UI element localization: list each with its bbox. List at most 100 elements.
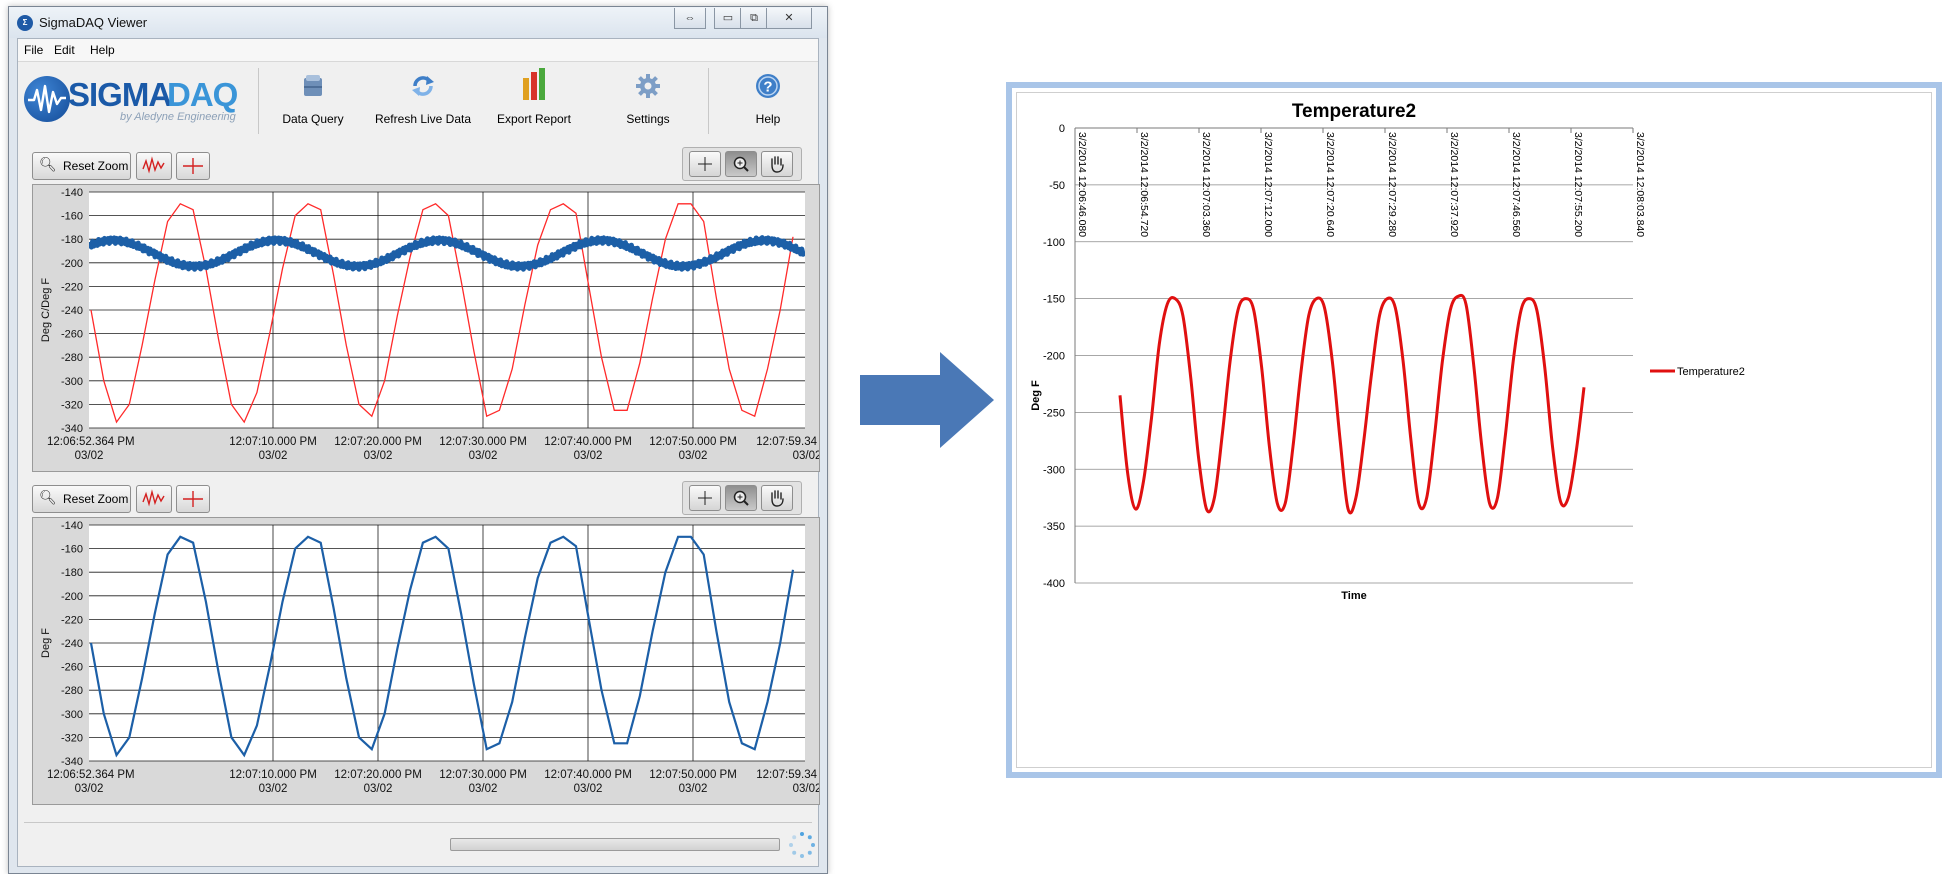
menu-edit[interactable]: Edit: [54, 43, 75, 57]
logo-sigma: SIGMA: [68, 76, 172, 113]
close-button[interactable]: ✕: [766, 8, 812, 29]
reset-zoom-label: Reset Zoom: [63, 159, 129, 173]
y-tick-label: -260: [61, 329, 83, 341]
reset-zoom-button-2[interactable]: 🔍︎ Reset Zoom: [32, 485, 131, 513]
excel-chart-frame: Temperature2 0 -50 -100 -150 -200 -250 -300 -350…: [1006, 82, 1942, 778]
zoom-tool[interactable]: [725, 485, 757, 511]
cursor-tool[interactable]: [689, 485, 721, 511]
restore-button[interactable]: ⇔: [674, 8, 706, 29]
app-window: Σ SigmaDAQ Viewer ⇔ ▭ ⧉ ✕ File Edit Help…: [8, 6, 828, 874]
crosshair-icon: [183, 491, 203, 507]
series-line: [1118, 293, 1586, 515]
x-tick-date: 03/02: [75, 783, 104, 795]
reset-zoom-label: Reset Zoom: [63, 492, 129, 506]
data-query-button[interactable]: Data Query: [268, 66, 358, 136]
settings-button[interactable]: Settings: [608, 66, 688, 136]
x-tick-time: 12:07:50.000 PM: [649, 436, 737, 448]
y-tick-label: -200: [1043, 351, 1065, 363]
autoscale-button-2[interactable]: [136, 485, 172, 513]
cursor-button-2[interactable]: [176, 485, 210, 513]
legend-label: Temperature2: [1677, 366, 1745, 378]
x-tick-date: 03/02: [469, 783, 498, 795]
export-report-button[interactable]: Export Report: [488, 66, 580, 136]
refresh-live-data-label: Refresh Live Data: [374, 112, 472, 126]
x-tick-time: 12:07:10.000 PM: [229, 769, 317, 781]
temperature2-chart[interactable]: Temperature2 0 -50 -100 -150 -200 -250 -300 -350…: [1017, 93, 1931, 767]
logo-wave-icon: [24, 76, 70, 122]
reset-zoom-button[interactable]: 🔍︎ Reset Zoom: [32, 152, 131, 180]
gear-icon: [636, 74, 660, 98]
chart-panel-2: -140 -160 -180 -200 -220 -240 -260 -280 -300 -320…: [32, 517, 821, 805]
menu-help[interactable]: Help: [90, 43, 115, 57]
y-tick-label: -260: [61, 662, 83, 674]
help-button[interactable]: ? Help: [738, 66, 798, 136]
progress-bar: [450, 838, 780, 851]
crosshair-icon: [183, 158, 203, 174]
hand-icon: [771, 156, 784, 173]
x-tick-time: 12:07:40.000 PM: [544, 769, 632, 781]
y-tick-label: -140: [61, 187, 83, 199]
y-tick-label: -340: [61, 756, 83, 768]
y-tick-label: -140: [61, 520, 83, 532]
y-tick-label: -300: [61, 376, 83, 388]
magnifier-icon: 🔍︎: [39, 156, 57, 172]
y-tick-label: -280: [61, 685, 83, 697]
right-arrow-icon: [860, 352, 994, 448]
x-tick-time: 12:07:30.000 PM: [439, 436, 527, 448]
maximize-button[interactable]: ⧉: [740, 8, 768, 29]
x-tick-date: 03/02: [793, 450, 819, 462]
y-tick-label: -180: [61, 234, 83, 246]
temperature-chart-1[interactable]: -140 -160 -180 -200 -220 -240 -260 -280 -300 -320…: [33, 185, 821, 471]
y-tick-label: 0: [1059, 123, 1065, 135]
x-tick-date: 03/02: [364, 450, 393, 462]
y-tick-label: -280: [61, 352, 83, 364]
x-tick-label: 3/2/2014 12:07:37.920: [1448, 132, 1460, 237]
y-tick-label: -200: [61, 591, 83, 603]
chart-title: Temperature2: [1292, 101, 1416, 122]
menu-file[interactable]: File: [24, 43, 43, 57]
zoom-icon: [733, 490, 749, 506]
x-tick-time: 12:07:30.000 PM: [439, 769, 527, 781]
help-label: Help: [755, 112, 781, 126]
y-tick-label: -220: [61, 614, 83, 626]
x-tick-time: 12:07:50.000 PM: [649, 769, 737, 781]
cursor-tool[interactable]: [689, 151, 721, 177]
x-tick-label: 3/2/2014 12:07:12.000: [1262, 132, 1274, 237]
autoscale-button[interactable]: [136, 152, 172, 180]
refresh-live-data-button[interactable]: Refresh Live Data: [368, 66, 478, 136]
report-icon: [523, 68, 545, 100]
toolbar-separator: [258, 68, 259, 134]
plot-tools-2: [682, 481, 802, 515]
magnifier-icon: 🔍︎: [39, 489, 57, 505]
x-tick-time: 12:07:40.000 PM: [544, 436, 632, 448]
cursor-button[interactable]: [176, 152, 210, 180]
title-bar: Σ SigmaDAQ Viewer ⇔ ▭ ⧉ ✕: [9, 7, 827, 38]
menu-bar: File Edit Help: [18, 39, 818, 62]
toolbar-separator: [708, 68, 709, 134]
y-axis-label: Deg F: [1030, 380, 1042, 411]
y-tick-label: -320: [61, 399, 83, 411]
y-tick-label: -180: [61, 567, 83, 579]
export-report-label: Export Report: [496, 112, 572, 126]
x-tick-date: 03/02: [364, 783, 393, 795]
status-divider: [24, 822, 812, 823]
zoom-tool[interactable]: [725, 151, 757, 177]
pan-tool[interactable]: [761, 485, 793, 511]
svg-text:?: ?: [763, 79, 772, 96]
chart-panel-1: -140 -160 -180 -200 -220 -240 -260 -280 -300 -320…: [32, 184, 821, 472]
temperature-chart-2[interactable]: -140 -160 -180 -200 -220 -240 -260 -280 -300 -320…: [33, 518, 821, 804]
x-tick-time: 12:07:20.000 PM: [334, 769, 422, 781]
data-query-label: Data Query: [282, 112, 344, 126]
minimize-button[interactable]: ▭: [714, 8, 742, 29]
y-tick-label: -160: [61, 544, 83, 556]
x-tick-date: 03/02: [793, 783, 819, 795]
busy-spinner-icon: [789, 832, 815, 858]
plot-tools: [682, 147, 802, 181]
hand-icon: [771, 490, 784, 507]
y-axis-label: Deg F: [40, 628, 52, 658]
x-tick-time: 12:07:10.000 PM: [229, 436, 317, 448]
x-tick-label: 3/2/2014 12:07:29.280: [1386, 132, 1398, 237]
x-tick-date: 03/02: [679, 783, 708, 795]
y-tick-label: -100: [1043, 237, 1065, 249]
pan-tool[interactable]: [761, 151, 793, 177]
